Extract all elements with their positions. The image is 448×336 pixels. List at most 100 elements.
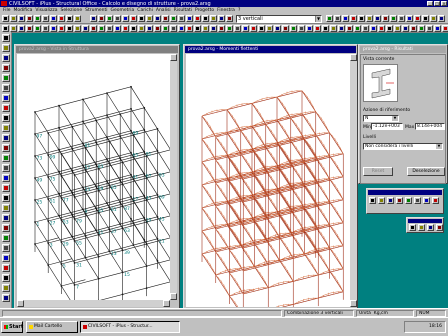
undo-icon-button[interactable] bbox=[178, 25, 185, 32]
menu-item[interactable]: Analisi bbox=[156, 8, 171, 13]
select-icon-button[interactable] bbox=[442, 25, 448, 32]
min-field[interactable]: -1.12e+003 bbox=[371, 123, 403, 130]
rotate-icon-button[interactable] bbox=[2, 124, 10, 132]
node-icon-button[interactable] bbox=[210, 25, 217, 32]
new-icon-button[interactable] bbox=[2, 34, 10, 42]
vertical-scrollbar[interactable] bbox=[350, 54, 357, 307]
windows-logo-icon-button[interactable] bbox=[354, 25, 361, 32]
zoom-icon-button[interactable] bbox=[2, 114, 10, 122]
save-icon-button[interactable] bbox=[138, 25, 145, 32]
menu-item[interactable]: Modifica bbox=[14, 8, 33, 13]
open-icon-button[interactable] bbox=[2, 44, 10, 52]
paste-icon-button[interactable] bbox=[178, 15, 185, 22]
menu-item[interactable]: Finestra bbox=[217, 8, 235, 13]
reset-button[interactable]: Reset bbox=[363, 167, 393, 176]
new-icon-button[interactable] bbox=[2, 184, 10, 192]
palette-button[interactable] bbox=[378, 197, 385, 204]
copy-icon-button[interactable] bbox=[170, 15, 177, 22]
new-icon-button[interactable] bbox=[342, 15, 349, 22]
zoom-icon-button[interactable] bbox=[66, 15, 73, 22]
windows-logo-icon-button[interactable] bbox=[114, 25, 121, 32]
print-icon-button[interactable] bbox=[154, 15, 161, 22]
menu-item[interactable]: Risultati bbox=[174, 8, 192, 13]
save-icon-button[interactable] bbox=[2, 54, 10, 62]
palette-button[interactable] bbox=[405, 197, 412, 204]
cut-icon-button[interactable] bbox=[2, 74, 10, 82]
rotate-icon-button[interactable] bbox=[314, 25, 321, 32]
select-icon-button[interactable] bbox=[90, 15, 97, 22]
menu-item[interactable]: Carichi bbox=[137, 8, 153, 13]
maximize-button[interactable]: □ bbox=[434, 1, 440, 6]
paste-icon-button[interactable] bbox=[170, 25, 177, 32]
paste-icon-button[interactable] bbox=[2, 244, 10, 252]
print-icon-button[interactable] bbox=[26, 25, 33, 32]
save-icon-button[interactable] bbox=[18, 25, 25, 32]
undo-icon-button[interactable] bbox=[58, 25, 65, 32]
load-icon-button[interactable] bbox=[114, 15, 121, 22]
beam-icon-button[interactable] bbox=[2, 154, 10, 162]
load-icon-button[interactable] bbox=[106, 25, 113, 32]
open-icon-button[interactable] bbox=[250, 25, 257, 32]
select-icon-button[interactable] bbox=[2, 284, 10, 292]
rotate-icon-button[interactable] bbox=[414, 15, 421, 22]
results-window-title[interactable]: prova2.arsg - Risultati bbox=[360, 46, 446, 53]
cut-icon-button[interactable] bbox=[374, 15, 381, 22]
paste-icon-button[interactable] bbox=[50, 15, 57, 22]
open-icon-button[interactable] bbox=[138, 15, 145, 22]
livelli-select[interactable]: Non considera i livelli ▼ bbox=[363, 143, 443, 150]
save-icon-button[interactable] bbox=[2, 204, 10, 212]
cut-icon-button[interactable] bbox=[154, 25, 161, 32]
cut-icon-button[interactable] bbox=[34, 15, 41, 22]
copy-icon-button[interactable] bbox=[2, 234, 10, 242]
save-icon-button[interactable] bbox=[378, 25, 385, 32]
copy-icon-button[interactable] bbox=[382, 15, 389, 22]
menu-item[interactable]: Visualizza bbox=[35, 8, 57, 13]
horizontal-scrollbar[interactable] bbox=[17, 300, 170, 307]
node-icon-button[interactable] bbox=[218, 15, 225, 22]
beam-icon-button[interactable] bbox=[218, 25, 225, 32]
new-icon-button[interactable] bbox=[122, 25, 129, 32]
open-icon-button[interactable] bbox=[2, 194, 10, 202]
save-icon-button[interactable] bbox=[258, 25, 265, 32]
load-icon-button[interactable] bbox=[2, 164, 10, 172]
azione-select[interactable]: N ▼ bbox=[363, 115, 399, 122]
load-icon-button[interactable] bbox=[226, 25, 233, 32]
rotate-icon-button[interactable] bbox=[202, 15, 209, 22]
zoom-icon-button[interactable] bbox=[406, 15, 413, 22]
select-icon-button[interactable] bbox=[82, 25, 89, 32]
paste-icon-button[interactable] bbox=[2, 94, 10, 102]
print-icon-button[interactable] bbox=[26, 15, 33, 22]
undo-icon-button[interactable] bbox=[298, 25, 305, 32]
rotate-icon-button[interactable] bbox=[434, 25, 441, 32]
open-icon-button[interactable] bbox=[130, 25, 137, 32]
palette-button[interactable] bbox=[418, 224, 425, 231]
open-icon-button[interactable] bbox=[10, 15, 17, 22]
view-select[interactable]: 3 verticali ▼ bbox=[236, 15, 322, 23]
save-icon-button[interactable] bbox=[146, 15, 153, 22]
zoom-icon-button[interactable] bbox=[186, 25, 193, 32]
palette-title[interactable] bbox=[368, 190, 442, 195]
undo-icon-button[interactable] bbox=[186, 15, 193, 22]
zoom-icon-button[interactable] bbox=[194, 15, 201, 22]
palette-button[interactable] bbox=[423, 197, 430, 204]
cut-icon-button[interactable] bbox=[394, 25, 401, 32]
palette-button[interactable] bbox=[369, 197, 376, 204]
copy-icon-button[interactable] bbox=[2, 84, 10, 92]
minimize-button[interactable]: _ bbox=[427, 1, 433, 6]
select-icon-button[interactable] bbox=[322, 25, 329, 32]
save-icon-button[interactable] bbox=[358, 15, 365, 22]
cut-icon-button[interactable] bbox=[34, 25, 41, 32]
select-icon-button[interactable] bbox=[422, 15, 429, 22]
select-icon-button[interactable] bbox=[2, 134, 10, 142]
cut-icon-button[interactable] bbox=[274, 25, 281, 32]
node-icon-button[interactable] bbox=[90, 25, 97, 32]
taskbar-item-mail[interactable]: Mail Cartello bbox=[26, 321, 78, 333]
copy-icon-button[interactable] bbox=[282, 25, 289, 32]
select-icon-button[interactable] bbox=[210, 15, 217, 22]
copy-icon-button[interactable] bbox=[402, 25, 409, 32]
node-icon-button[interactable] bbox=[2, 144, 10, 152]
cut-icon-button[interactable] bbox=[2, 224, 10, 232]
moments-view[interactable] bbox=[186, 54, 350, 325]
palette-button[interactable] bbox=[432, 197, 439, 204]
node-icon-button[interactable] bbox=[330, 25, 337, 32]
